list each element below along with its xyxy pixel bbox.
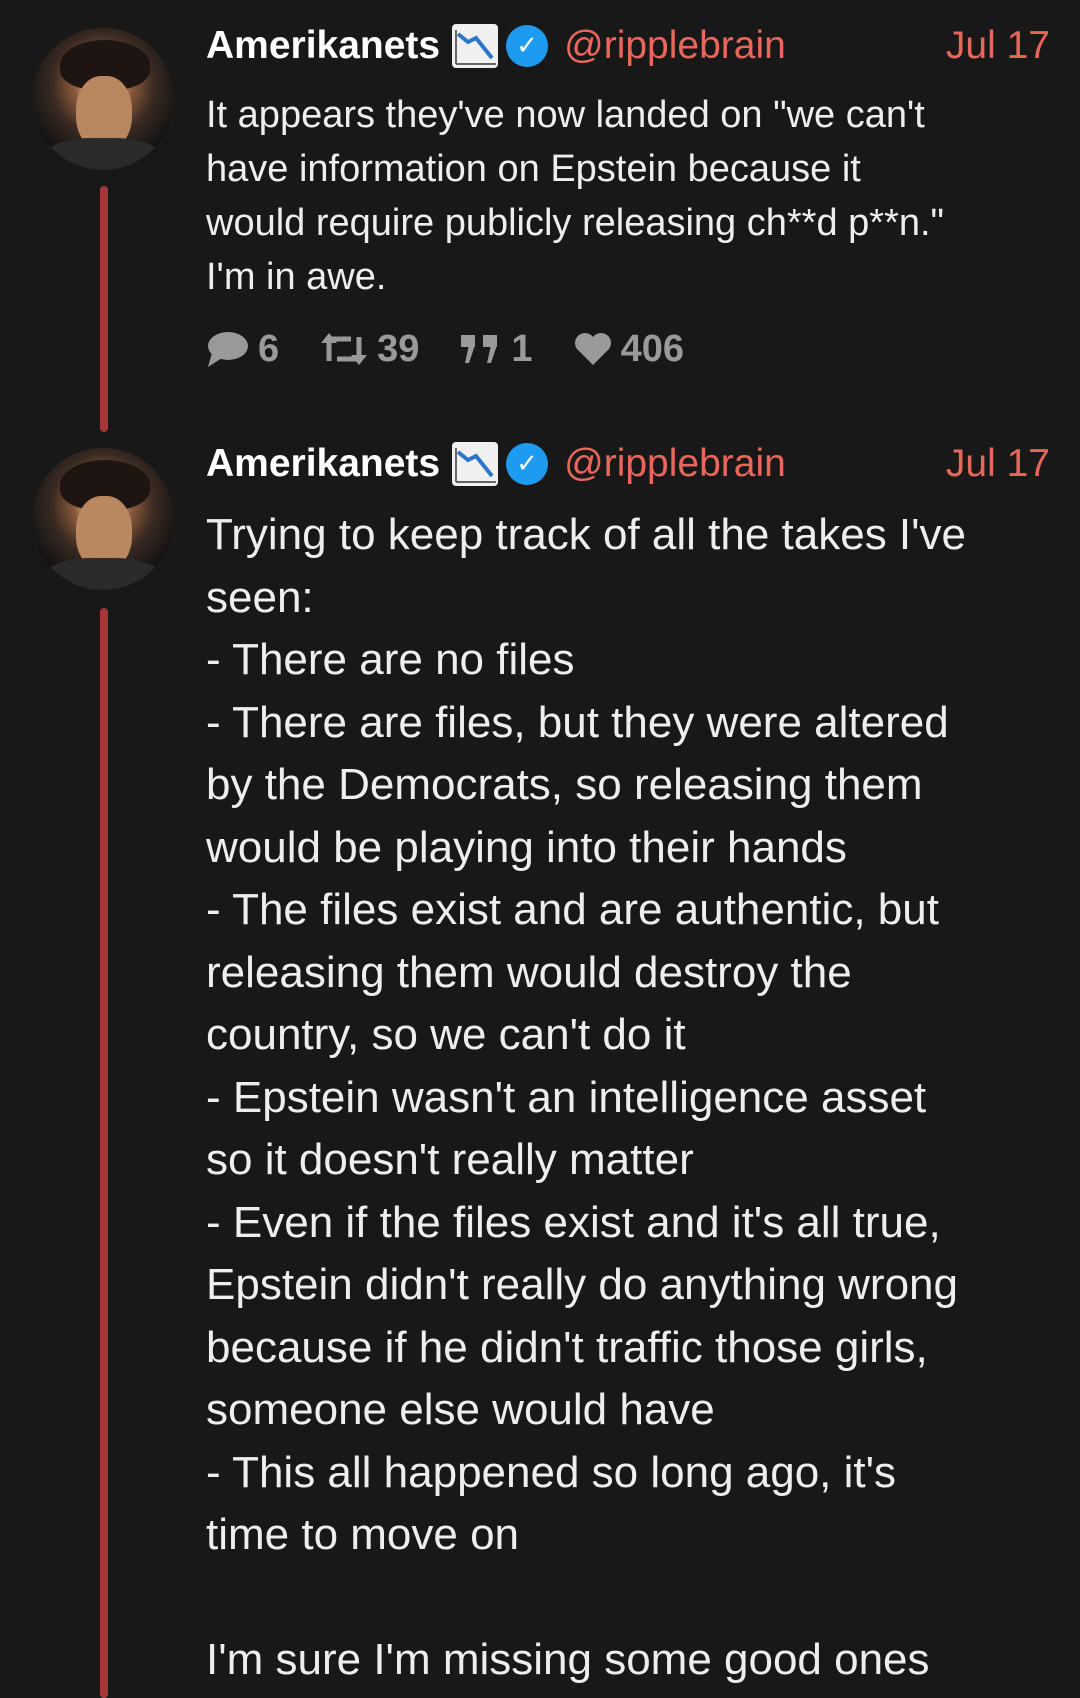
post-date[interactable]: Jul 17 [946,24,1050,68]
verified-badge-icon: ✓ [506,25,549,67]
like-button[interactable]: 406 [573,328,684,371]
author-handle[interactable]: @ripplebrain [564,442,786,486]
post-text: It appears they've now landed on "we can… [206,94,945,298]
repost-icon [321,333,368,365]
thread-line [100,186,108,432]
post-date[interactable]: Jul 17 [946,442,1050,486]
reply-button[interactable]: 6 [206,328,279,371]
repost-count: 39 [377,327,420,370]
quote-icon [461,335,498,363]
reply-icon [208,332,248,367]
avatar[interactable] [32,28,174,170]
post-header: Amerikanets ✓ @ripplebrain Jul 17 [206,18,1050,74]
repost-button[interactable]: 39 [319,328,419,371]
author-name[interactable]: Amerikanets [206,442,440,486]
heart-icon [574,333,611,365]
like-count: 406 [620,327,684,370]
post-stats: 6 39 1 406 [206,326,724,372]
quote-count: 1 [511,327,533,370]
author-name[interactable]: Amerikanets [206,24,440,68]
quote-button[interactable]: 1 [459,327,533,371]
chart-decreasing-icon [452,442,499,486]
post-header: Amerikanets ✓ @ripplebrain Jul 17 [206,436,1050,492]
avatar[interactable] [32,448,174,590]
post-text: Trying to keep track of all the takes I'… [206,510,967,1684]
reply-count: 6 [258,327,280,370]
chart-decreasing-icon [452,24,499,68]
verified-badge-icon: ✓ [506,443,549,485]
thread-line [100,608,108,1698]
author-handle[interactable]: @ripplebrain [564,24,786,68]
